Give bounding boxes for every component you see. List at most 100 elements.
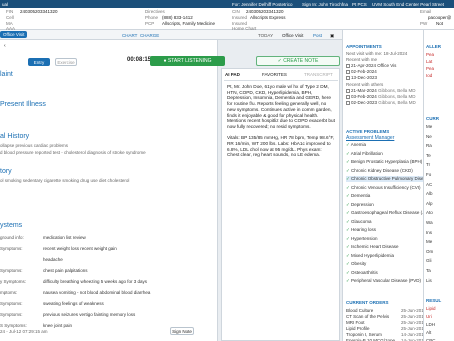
- problem-item[interactable]: ✓ Dementia: [346, 193, 370, 199]
- tab-transcript[interactable]: TRANSCRIPT: [304, 72, 333, 77]
- tab-ai-pad[interactable]: AI PAD: [225, 72, 240, 77]
- problem-item[interactable]: ✓ Mixed Hyperlipidemia: [346, 253, 394, 259]
- order-name[interactable]: Blood Culture: [346, 308, 373, 313]
- allergies-heading: ALLER: [426, 44, 441, 49]
- medication-item[interactable]: Me: [426, 239, 432, 244]
- appointment-row[interactable]: 02-Feb-2024: [346, 69, 377, 74]
- sign-note-button[interactable]: Sign Note: [170, 327, 194, 335]
- ros-item[interactable]: headache: [43, 257, 63, 262]
- medical-history-heading[interactable]: al History: [0, 133, 29, 140]
- medication-item[interactable]: Gli: [426, 258, 432, 263]
- problem-item[interactable]: ✓ Chronic Obstructive Pulmonary Dise...: [346, 176, 423, 182]
- allergy-item[interactable]: Lat: [426, 59, 432, 64]
- complaint-heading[interactable]: laint: [0, 71, 13, 78]
- insured-value: Allscripts Express: [250, 15, 286, 20]
- appointment-row[interactable]: 03-Feb-2024 Gibbons, Bella MD: [346, 94, 416, 99]
- ros-item[interactable]: medication list review: [43, 235, 86, 240]
- medication-item[interactable]: Ato: [426, 210, 433, 215]
- for-user[interactable]: For: Jennifer Delhiff Postetrico: [232, 2, 292, 7]
- sign-in-user[interactable]: Sign In: John Tirochfna: [302, 2, 348, 7]
- problem-item[interactable]: ✓ Chronic Kidney Disease (CKD): [346, 168, 413, 174]
- office-visit-select[interactable]: Office Visit: [282, 33, 303, 38]
- appointment-row[interactable]: 21-Apr-2024 Office Vis: [346, 63, 396, 68]
- medication-item[interactable]: AC: [426, 182, 432, 187]
- ros-item[interactable]: difficulty breathing wheezing 5 weeks ag…: [43, 279, 147, 284]
- problem-item[interactable]: ✓ Obesity: [346, 261, 366, 267]
- appointment-row[interactable]: 13-Dec-2023: [346, 75, 377, 80]
- exercise-button[interactable]: Exercise: [55, 58, 77, 66]
- ros-item[interactable]: recent weight loss recent weight gain: [43, 246, 117, 251]
- medication-item[interactable]: Te: [426, 153, 431, 158]
- medication-item[interactable]: Alb: [426, 191, 433, 196]
- ros-item[interactable]: previous seizures vertigo fainting memor…: [43, 312, 135, 317]
- post-button[interactable]: Post: [313, 33, 322, 38]
- problem-item[interactable]: ✓ Hearing loss: [346, 227, 376, 233]
- social-history-heading[interactable]: tory: [0, 168, 12, 175]
- entry-button[interactable]: Entry: [28, 58, 50, 66]
- right-summary-pane: ALLER Pea Lat Pea Iod CURR Me Ne Ra Te Tr Fo AC Al…: [424, 30, 454, 341]
- appointment-date: 21-Apr-2024: [351, 63, 377, 68]
- problem-item[interactable]: ✓ Benign Prostatic Hyperplasia (BPH): [346, 159, 422, 165]
- ros-heading[interactable]: ystems: [0, 222, 22, 229]
- order-name[interactable]: Troponin I, Serum: [346, 332, 382, 337]
- present-illness-heading[interactable]: Present Illness: [0, 101, 46, 108]
- problem-item[interactable]: ✓ Ischemic Heart Disease: [346, 244, 399, 250]
- result-item[interactable]: Lipid: [426, 306, 436, 311]
- pw-value: Not: [436, 21, 444, 26]
- medication-item[interactable]: Ne: [426, 134, 432, 139]
- appointment-row[interactable]: 02-Dec-2023 Gibbons, Bella MD: [346, 100, 416, 105]
- ros-item[interactable]: knee joint pain: [43, 323, 72, 328]
- save-icon[interactable]: ▣: [330, 33, 334, 39]
- order-name[interactable]: MRI Foot: [346, 320, 365, 325]
- result-item[interactable]: Uri: [426, 314, 432, 319]
- medication-item[interactable]: Lis: [426, 278, 432, 283]
- problem-item[interactable]: ✓ Chronic Venous Insufficiency (CVI): [346, 185, 420, 191]
- footer-timestamp: 24 - Jul-12 07:29:15 am: [0, 329, 48, 334]
- order-date: 25-Jun-2019: [401, 314, 424, 319]
- ros-key: Symptoms:: [0, 246, 23, 251]
- tab-office-visit[interactable]: Office Visit: [0, 31, 28, 38]
- appointment-row[interactable]: 21-Mar-2024 Gibbons, Bella MD: [346, 88, 416, 93]
- problem-item[interactable]: ✓ Glaucoma: [346, 219, 372, 225]
- result-item[interactable]: LDH: [426, 322, 435, 327]
- problem-item[interactable]: ✓ Depression: [346, 202, 374, 208]
- ros-item[interactable]: nausea vomiting - not blood abdominal bl…: [43, 290, 150, 295]
- problem-item[interactable]: ✓ Atrial Fibrillation: [346, 151, 383, 157]
- problem-item[interactable]: ✓ Gastroesophageal Reflux Disease (...: [346, 210, 423, 216]
- medication-item[interactable]: Alp: [426, 201, 433, 206]
- medication-item[interactable]: Ra: [426, 143, 432, 148]
- location[interactable]: UVM South End Center Pearl Street: [372, 2, 444, 7]
- medication-item[interactable]: Ins: [426, 230, 432, 235]
- problem-item[interactable]: ✓ Peripheral Vascular Disease (PVD): [346, 278, 421, 284]
- problem-item[interactable]: ✓ Osteoarthritis: [346, 270, 378, 276]
- problem-item[interactable]: ✓ Hypertension: [346, 236, 378, 242]
- medication-item[interactable]: Wa: [426, 220, 433, 225]
- allergy-item[interactable]: Pea: [426, 66, 434, 71]
- email-value: pacooper@: [428, 15, 452, 20]
- create-note-button[interactable]: ✓ CREATE NOTE: [256, 56, 340, 66]
- current-orders-heading: CURRENT ORDERS: [346, 300, 389, 305]
- note-text[interactable]: Pt, Mr. John Doe, 61yo male w/ hx of Typ…: [227, 84, 335, 158]
- result-item[interactable]: Alt: [426, 330, 431, 335]
- problem-label: Benign Prostatic Hyperplasia (BPH): [351, 159, 423, 164]
- tab-favorites[interactable]: FAVORITES: [262, 72, 287, 77]
- allergy-item[interactable]: Pea: [426, 52, 434, 57]
- order-name[interactable]: Lipid Profile: [346, 326, 370, 331]
- problem-item[interactable]: ✓ Anemia: [346, 142, 366, 148]
- assessment-manager-link[interactable]: Assessment Manager: [346, 135, 394, 141]
- medication-item[interactable]: Tr: [426, 162, 430, 167]
- today-label[interactable]: TODAY: [258, 33, 273, 38]
- start-listening-button[interactable]: ● START LISTENING: [150, 56, 225, 66]
- ros-item[interactable]: sweating feelings of weakness: [43, 301, 104, 306]
- pt-pcs[interactable]: Pt PCS: [352, 2, 367, 7]
- chevron-left-icon[interactable]: ‹: [4, 43, 6, 49]
- order-name[interactable]: CT Scan of the Pelvis: [346, 314, 389, 319]
- medication-item[interactable]: Me: [426, 124, 432, 129]
- tab-chart[interactable]: CHART: [122, 33, 137, 38]
- ros-item[interactable]: chest pain palpitations: [43, 268, 88, 273]
- medication-item[interactable]: Ta: [426, 268, 431, 273]
- medication-item[interactable]: Fo: [426, 172, 431, 177]
- tab-charge[interactable]: CHARGE: [140, 33, 159, 38]
- medication-item[interactable]: Om: [426, 249, 433, 254]
- allergy-item[interactable]: Iod: [426, 73, 432, 78]
